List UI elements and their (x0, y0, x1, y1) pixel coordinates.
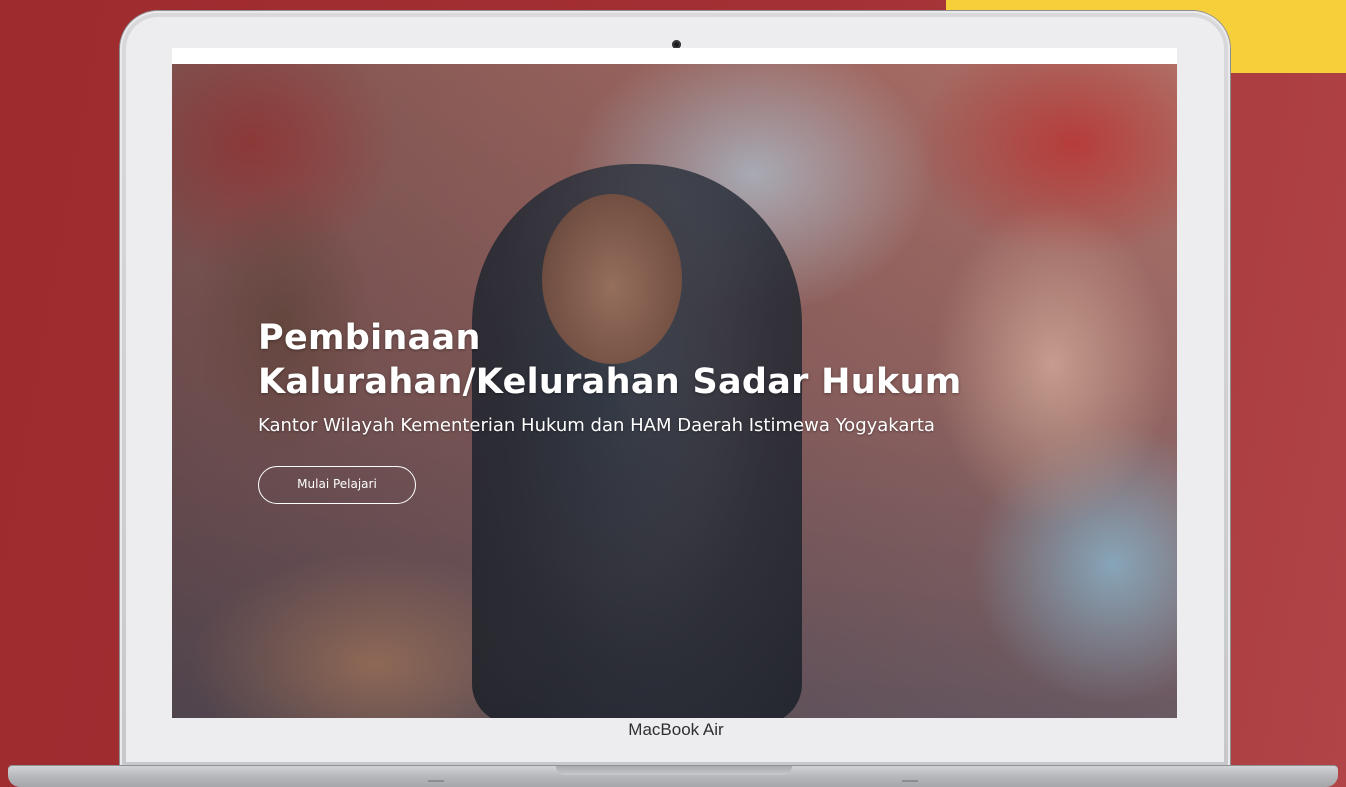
laptop-screen: Pembinaan Kalurahan/Kelurahan Sadar Huku… (172, 48, 1177, 718)
laptop-foot-right (902, 780, 918, 782)
laptop-foot-left (428, 780, 444, 782)
hero-subtitle: Kantor Wilayah Kementerian Hukum dan HAM… (258, 415, 935, 436)
hero-title-line-2: Kalurahan/Kelurahan Sadar Hukum (258, 362, 962, 402)
hero-title-line-1: Pembinaan (258, 318, 481, 358)
start-learning-button[interactable]: Mulai Pelajari (258, 466, 416, 504)
device-model-label: MacBook Air (628, 720, 724, 739)
laptop-opening-notch (556, 766, 792, 775)
browser-top-bar (172, 48, 1177, 64)
hero-title: Pembinaan Kalurahan/Kelurahan Sadar Huku… (258, 316, 1158, 404)
presentation-stage: Pembinaan Kalurahan/Kelurahan Sadar Huku… (0, 0, 1346, 787)
hero-section: Pembinaan Kalurahan/Kelurahan Sadar Huku… (172, 64, 1177, 718)
hero-text-block: Pembinaan Kalurahan/Kelurahan Sadar Huku… (258, 316, 1158, 504)
